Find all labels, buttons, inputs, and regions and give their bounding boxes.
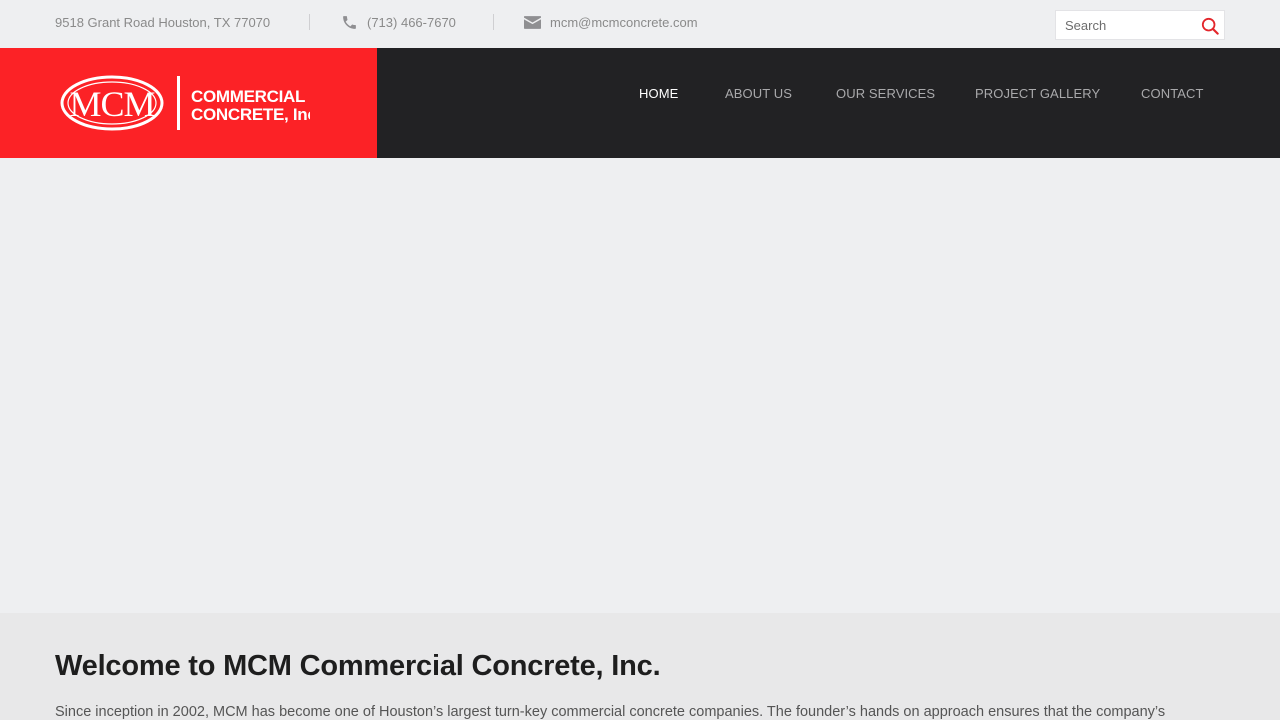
site-header: MCM COMMERCIAL CONCRETE, Inc. HOME ABOUT… [0, 48, 1280, 158]
nav-contact[interactable]: CONTACT [1141, 86, 1204, 101]
svg-text:COMMERCIAL: COMMERCIAL [191, 87, 305, 106]
logo-block: MCM COMMERCIAL CONCRETE, Inc. [0, 48, 377, 158]
hero-slider [0, 158, 1280, 613]
nav-project-gallery[interactable]: PROJECT GALLERY [975, 86, 1100, 101]
nav-home[interactable]: HOME [639, 86, 678, 101]
welcome-intro: Since inception in 2002, MCM has become … [55, 704, 1166, 720]
envelope-icon [523, 13, 541, 31]
welcome-heading: Welcome to MCM Commercial Concrete, Inc. [55, 650, 661, 682]
svg-text:MCM: MCM [69, 84, 154, 124]
welcome-section: Welcome to MCM Commercial Concrete, Inc.… [0, 613, 1280, 720]
nav-about-us[interactable]: ABOUT US [725, 86, 792, 101]
phone-number: (713) 466-7670 [367, 14, 456, 30]
svg-text:CONCRETE, Inc.: CONCRETE, Inc. [191, 105, 310, 124]
search-input[interactable] [1056, 11, 1196, 39]
nav-our-services[interactable]: OUR SERVICES [836, 86, 935, 101]
site-logo[interactable]: MCM COMMERCIAL CONCRETE, Inc. [60, 74, 321, 132]
phone-link[interactable]: (713) 466-7670 [340, 0, 456, 44]
email-address: mcm@mcmconcrete.com [550, 14, 698, 30]
email-link[interactable]: mcm@mcmconcrete.com [523, 0, 698, 44]
phone-icon [340, 13, 358, 31]
search-box [1055, 10, 1225, 40]
divider [309, 14, 310, 30]
address-text: 9518 Grant Road Houston, TX 77070 [55, 14, 271, 30]
search-icon[interactable] [1199, 15, 1221, 37]
top-info-bar: 9518 Grant Road Houston, TX 77070 (713) … [0, 0, 1280, 48]
divider [493, 14, 494, 30]
